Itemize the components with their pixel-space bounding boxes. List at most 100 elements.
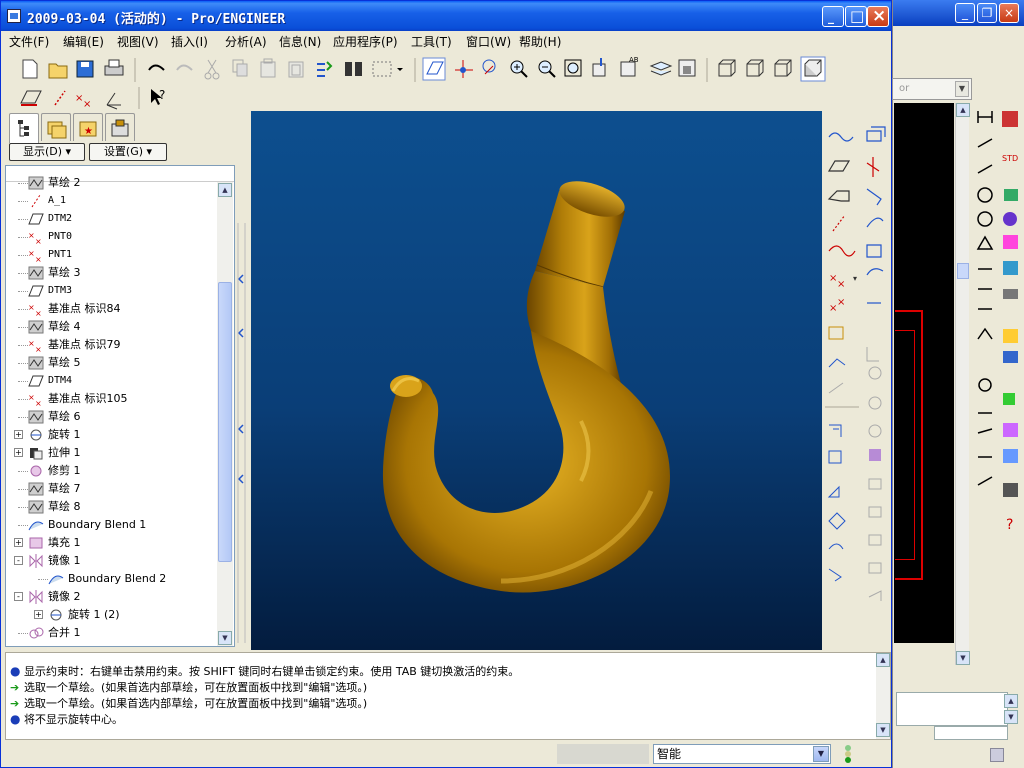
tree-item[interactable]: 草绘 6 <box>6 408 216 426</box>
menu-file[interactable]: 文件(F) <box>9 33 49 50</box>
maximize-button[interactable]: □ <box>845 6 867 27</box>
tab-connections[interactable] <box>105 113 135 141</box>
menu-analysis[interactable]: 分析(A) <box>225 33 267 50</box>
scroll-up-icon[interactable]: ▲ <box>218 183 232 197</box>
scroll-down-icon[interactable]: ▼ <box>218 631 232 645</box>
tree-item[interactable]: × × 基准点 标识105 <box>6 390 216 408</box>
menu-window[interactable]: 窗口(W) <box>466 33 511 50</box>
settings-dropdown-button[interactable]: 设置(G) ▾ <box>89 143 167 161</box>
scroll-up-icon[interactable]: ▲ <box>956 103 970 117</box>
bg-close-button[interactable]: × <box>999 3 1019 23</box>
bg-minimize-button[interactable]: _ <box>955 3 975 23</box>
tree-item[interactable]: DTM3 <box>6 282 216 300</box>
minimize-button[interactable]: _ <box>822 6 844 27</box>
tree-item[interactable]: - 镜像 2 <box>6 588 216 606</box>
tree-item[interactable]: × × 基准点 标识79 <box>6 336 216 354</box>
tree-connector <box>18 399 28 400</box>
scroll-down-icon[interactable]: ▼ <box>1004 710 1018 724</box>
tree-item[interactable]: × × PNT0 <box>6 228 216 246</box>
tree-item[interactable]: 修剪 1 <box>6 462 216 480</box>
scroll-down-icon[interactable]: ▼ <box>956 651 970 665</box>
tree-item[interactable]: 草绘 7 <box>6 480 216 498</box>
tree-item[interactable]: + 旋转 1 <box>6 426 216 444</box>
collapse-icon[interactable]: - <box>14 592 23 601</box>
selection-filter-value: 智能 <box>657 747 682 761</box>
collapse-icon[interactable]: - <box>14 556 23 565</box>
tree-item[interactable]: 草绘 4 <box>6 318 216 336</box>
find-icon <box>345 62 362 76</box>
tree-connector <box>18 633 28 634</box>
expand-icon[interactable]: + <box>14 538 23 547</box>
tree-scroll-thumb[interactable] <box>218 282 232 562</box>
tree-item-label: A_1 <box>48 195 67 206</box>
tree-item-label: 合并 1 <box>48 626 81 639</box>
tree-item[interactable]: 草绘 8 <box>6 498 216 516</box>
menu-tools[interactable]: 工具(T) <box>411 33 452 50</box>
expand-icon[interactable]: + <box>34 610 43 619</box>
model-tree: 草绘 2 A_1 DTM2 × × PNT0 × × PNT1 草绘 3 DTM3 × × 基准点 标识8… <box>5 165 235 647</box>
app-icon[interactable] <box>7 9 21 23</box>
bg-hscroll[interactable] <box>934 726 1008 740</box>
message-line: ➔ 选取一个草绘。(如果首选内部草绘，可在放置面板中找到"编辑"选项。) <box>10 695 367 711</box>
tree-item[interactable]: × × 基准点 标识84 <box>6 300 216 318</box>
tree-item[interactable]: A_1 <box>6 192 216 210</box>
scroll-down-icon[interactable]: ▼ <box>876 723 890 737</box>
tree-connector <box>18 417 28 418</box>
tree-item[interactable]: Boundary Blend 2 <box>6 570 216 588</box>
blend-icon <box>48 575 64 585</box>
copy-tool-icon <box>866 126 886 142</box>
tree-vertical-scrollbar[interactable]: ▲ ▼ <box>217 182 233 646</box>
selection-filter[interactable]: 智能 ▼ <box>653 744 831 764</box>
graphics-viewport[interactable] <box>251 111 822 650</box>
bg-restore-button[interactable]: ❐ <box>977 3 997 23</box>
tab-favorites[interactable]: ★ <box>73 113 103 141</box>
curve-pen-icon <box>866 217 884 228</box>
tree-item[interactable]: 合并 1 <box>6 624 216 642</box>
tree-item[interactable]: + 旋转 1 (2) <box>6 606 216 624</box>
menu-help[interactable]: 帮助(H) <box>519 33 561 50</box>
tab-model-tree[interactable] <box>9 113 39 143</box>
menu-info[interactable]: 信息(N) <box>279 33 321 50</box>
no-hidden-icon <box>774 59 792 77</box>
chevron-down-icon[interactable]: ▼ <box>813 746 829 762</box>
menu-insert[interactable]: 插入(I) <box>171 33 208 50</box>
tree-connector <box>18 345 28 346</box>
panel-splitter[interactable] <box>237 223 247 643</box>
tree-item[interactable]: × × PNT1 <box>6 246 216 264</box>
message-scrollbar[interactable]: ▲ ▼ <box>876 653 890 739</box>
tree-item[interactable]: DTM4 <box>6 372 216 390</box>
sketch-icon <box>28 482 44 496</box>
splitter-arrows <box>237 223 246 643</box>
expand-icon[interactable]: + <box>14 448 23 457</box>
tree-item[interactable]: 草绘 5 <box>6 354 216 372</box>
bg-vertical-scrollbar[interactable]: ▲ ▼ <box>955 103 970 665</box>
expand-icon[interactable]: + <box>14 430 23 439</box>
plane-tool-icon <box>827 160 851 172</box>
tree-item[interactable]: + 填充 1 <box>6 534 216 552</box>
axis-line-icon <box>832 214 846 232</box>
tree-item[interactable]: - 镜像 1 <box>6 552 216 570</box>
tab-folder-browser[interactable] <box>41 113 71 141</box>
tree-item[interactable]: + 拉伸 1 <box>6 444 216 462</box>
tree-connector <box>18 255 28 256</box>
scroll-up-icon[interactable]: ▲ <box>1004 694 1018 708</box>
bg-scroll-thumb[interactable] <box>957 263 969 279</box>
tree-item-label: 草绘 7 <box>48 482 81 495</box>
tree-item[interactable]: DTM2 <box>6 210 216 228</box>
svg-text:×: × <box>28 249 35 258</box>
menu-view[interactable]: 视图(V) <box>117 33 159 50</box>
chevron-down-icon[interactable]: ▼ <box>955 81 969 97</box>
scroll-up-icon[interactable]: ▲ <box>876 653 890 667</box>
tree-item[interactable]: Boundary Blend 1 <box>6 516 216 534</box>
tree-item[interactable]: 草绘 3 <box>6 264 216 282</box>
show-dropdown-button[interactable]: 显示(D) ▾ <box>9 143 85 161</box>
title-bar[interactable]: 2009-03-04 (活动的) - Pro/ENGINEER _ □ × <box>1 1 891 31</box>
bg-text-field[interactable] <box>896 692 1008 726</box>
message-text: 将不显示旋转中心。 <box>24 713 123 726</box>
close-button[interactable]: × <box>867 6 889 27</box>
menu-edit[interactable]: 编辑(E) <box>63 33 104 50</box>
datum-plane-toggle-icon <box>422 57 446 81</box>
tree-item[interactable]: 草绘 2 <box>6 174 216 192</box>
bg-combo-box[interactable]: or ▼ <box>892 78 972 100</box>
menu-applications[interactable]: 应用程序(P) <box>333 33 398 50</box>
